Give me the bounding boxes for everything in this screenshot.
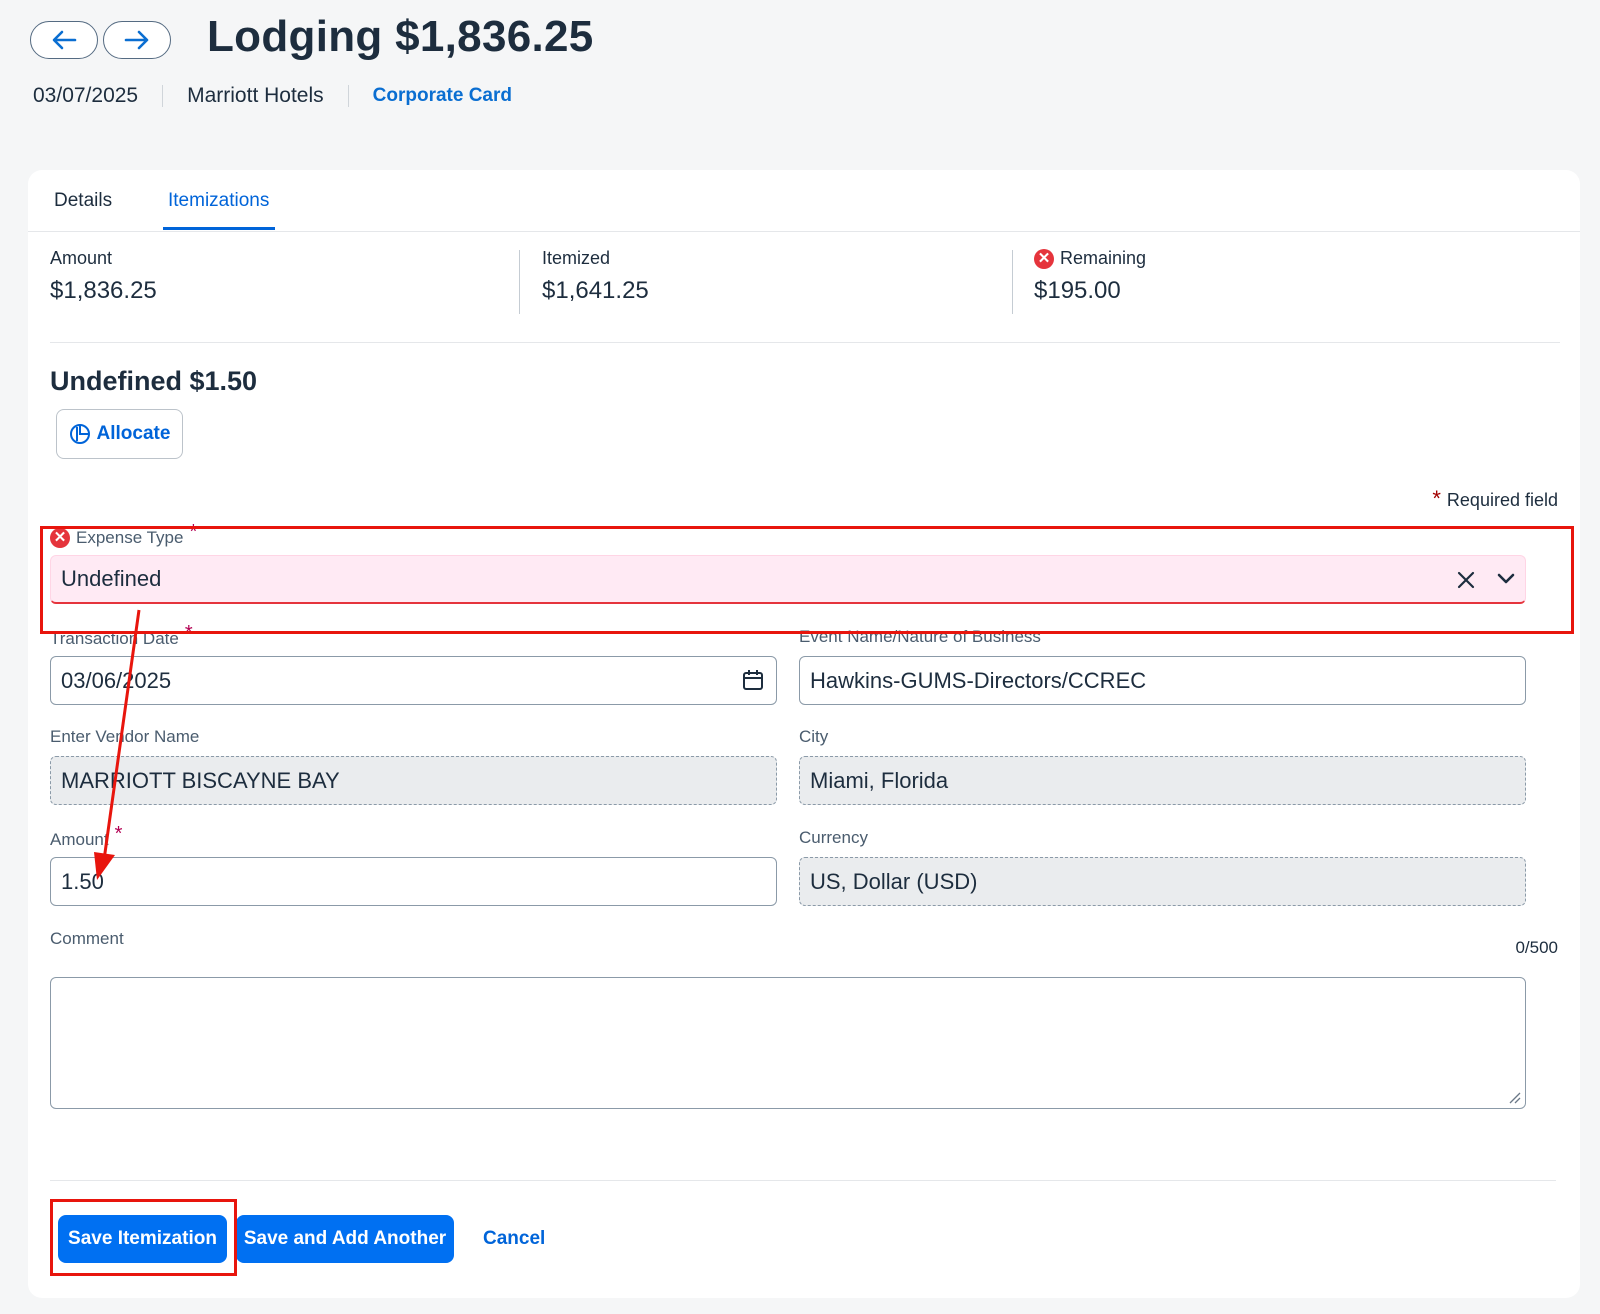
divider <box>50 1180 1556 1181</box>
itemization-card: Details Itemizations Amount $1,836.25 It… <box>28 170 1580 1298</box>
allocate-button[interactable]: Allocate <box>56 409 183 459</box>
expense-vendor: Marriott Hotels <box>187 84 324 107</box>
required-star: * <box>1432 486 1441 511</box>
required-field-note: * Required field <box>1432 486 1558 512</box>
currency-label: Currency <box>799 828 868 848</box>
transaction-date-value: 03/06/2025 <box>61 667 172 693</box>
comment-label: Comment <box>50 929 124 949</box>
summary-remaining-label-row: ✕ Remaining <box>1034 248 1146 269</box>
summary-itemized-label: Itemized <box>542 248 611 268</box>
currency-field[interactable]: US, Dollar (USD) <box>799 857 1526 906</box>
city-label: City <box>799 727 828 747</box>
pie-chart-icon <box>69 424 90 444</box>
comment-textarea[interactable] <box>50 977 1526 1109</box>
required-note-text: Required field <box>1446 490 1558 510</box>
tab-details[interactable]: Details <box>54 190 112 212</box>
summary-remaining-value: $195.00 <box>1034 277 1121 304</box>
expense-meta: 03/07/2025 Marriott Hotels Corporate Car… <box>33 84 512 108</box>
allocate-label: Allocate <box>96 423 171 444</box>
summary-itemized-value: $1,641.25 <box>542 277 649 304</box>
expense-type-highlight <box>40 526 1574 634</box>
itemization-title: Undefined $1.50 <box>50 366 258 396</box>
page-title: Lodging $1,836.25 <box>207 12 594 61</box>
currency-value: US, Dollar (USD) <box>810 868 978 894</box>
city-field[interactable]: Miami, Florida <box>799 756 1526 805</box>
divider <box>162 85 164 107</box>
comment-label-text: Comment <box>50 929 124 948</box>
error-icon: ✕ <box>1034 248 1054 269</box>
divider <box>347 85 349 107</box>
required-star: * <box>114 823 123 845</box>
arrow-left-icon <box>52 30 77 50</box>
event-name-value: Hawkins-GUMS-Directors/CCREC <box>810 667 1147 693</box>
vendor-name-label: Enter Vendor Name <box>50 727 199 747</box>
payment-type-link[interactable]: Corporate Card <box>373 85 512 107</box>
cancel-button[interactable]: Cancel <box>483 1228 545 1250</box>
summary-itemized: Itemized $1,641.25 <box>542 248 649 316</box>
tab-bar: Details Itemizations <box>28 170 1580 232</box>
city-label-text: City <box>799 727 829 746</box>
summary-remaining: ✕ Remaining $195.00 <box>1034 248 1146 316</box>
vendor-name-label-text: Enter Vendor Name <box>50 727 200 746</box>
summary-remaining-label: Remaining <box>1060 248 1147 268</box>
summary-amount: Amount $1,836.25 <box>50 248 157 316</box>
save-and-add-another-button[interactable]: Save and Add Another <box>236 1215 454 1263</box>
amount-summary: Amount $1,836.25 Itemized $1,641.25 ✕ Re… <box>50 248 1560 343</box>
tab-itemizations[interactable]: Itemizations <box>168 190 269 212</box>
resize-handle-icon[interactable] <box>1507 1090 1521 1104</box>
event-name-field[interactable]: Hawkins-GUMS-Directors/CCREC <box>799 656 1526 705</box>
summary-amount-value: $1,836.25 <box>50 277 157 304</box>
expense-date: 03/07/2025 <box>33 84 139 107</box>
arrow-right-icon <box>124 30 149 50</box>
calendar-icon[interactable] <box>742 669 764 691</box>
amount-label: Amount * <box>50 823 122 851</box>
back-button[interactable] <box>30 21 98 59</box>
amount-field[interactable]: 1.50 <box>50 857 777 906</box>
amount-value: 1.50 <box>61 868 104 894</box>
divider <box>519 250 520 314</box>
currency-label-text: Currency <box>799 828 868 847</box>
active-tab-indicator <box>163 227 275 230</box>
amount-label-text: Amount <box>50 829 109 849</box>
city-value: Miami, Florida <box>810 767 949 793</box>
summary-amount-label: Amount <box>50 248 113 268</box>
comment-counter: 0/500 <box>1515 938 1558 957</box>
save-button-highlight <box>50 1199 237 1276</box>
transaction-date-field[interactable]: 03/06/2025 <box>50 656 777 705</box>
vendor-name-field[interactable]: MARRIOTT BISCAYNE BAY <box>50 756 777 805</box>
forward-button[interactable] <box>103 21 171 59</box>
divider <box>1012 250 1013 314</box>
vendor-name-value: MARRIOTT BISCAYNE BAY <box>61 767 340 793</box>
